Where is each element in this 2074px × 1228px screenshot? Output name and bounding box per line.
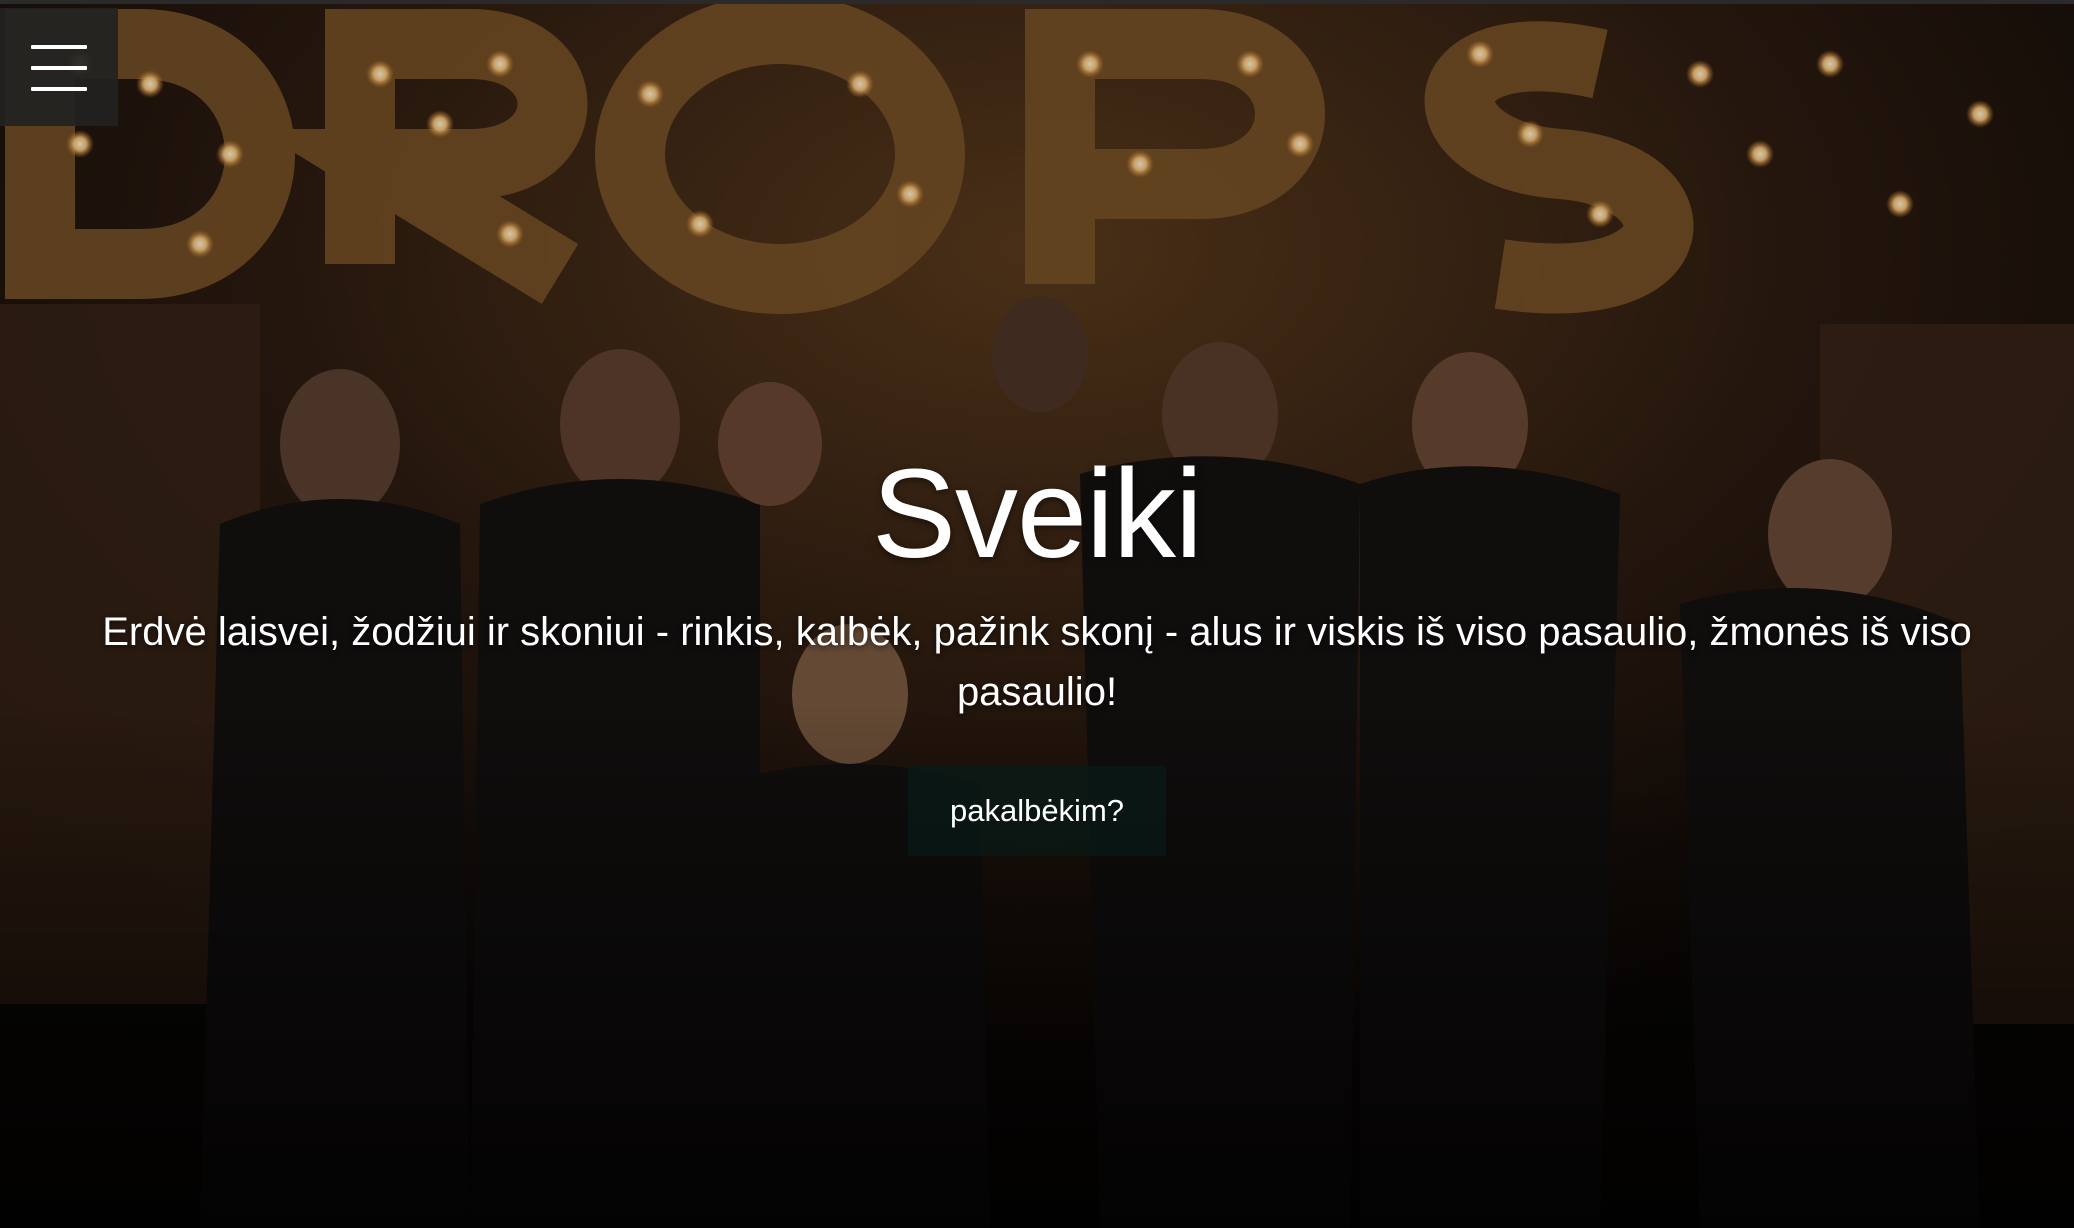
hero-title: Sveiki — [871, 443, 1203, 584]
hero-section: Sveiki Erdvė laisvei, žodžiui ir skoniui… — [0, 0, 2074, 1228]
contact-cta-button[interactable]: pakalbėkim? — [907, 766, 1167, 856]
hero-description: Erdvė laisvei, žodžiui ir skoniui - rink… — [102, 610, 1972, 714]
hero-content: Sveiki Erdvė laisvei, žodžiui ir skoniui… — [0, 444, 2074, 856]
menu-toggle-button[interactable] — [0, 8, 118, 126]
